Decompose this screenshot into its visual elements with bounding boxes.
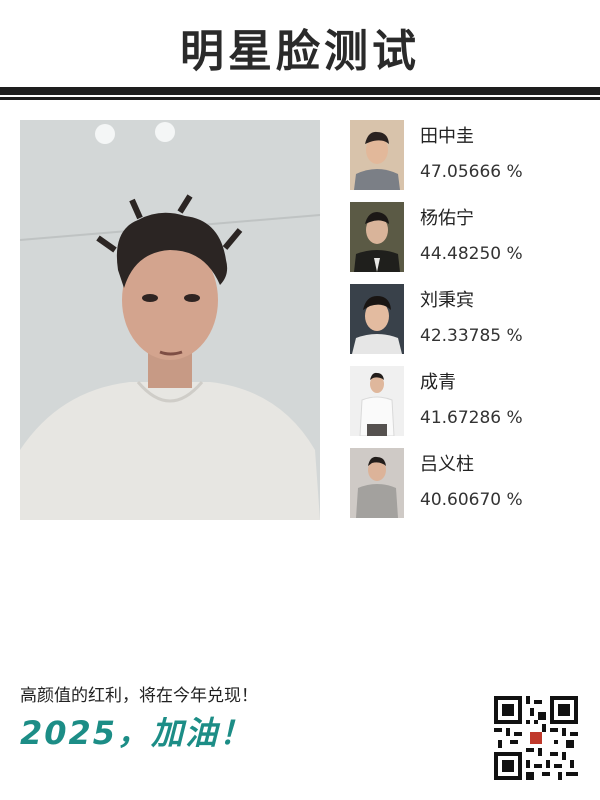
match-name: 吕义柱 (420, 454, 474, 475)
match-avatar (350, 284, 404, 354)
uploaded-photo (20, 120, 320, 520)
divider-thin (0, 97, 600, 100)
match-score: 47.05666 % (420, 162, 523, 182)
match-name: 田中圭 (420, 126, 474, 147)
slogan-text: 高颜值的红利，将在今年兑现！ (20, 686, 258, 706)
match-item[interactable]: 田中圭 47.05666 % (350, 120, 590, 192)
page-title: 明星脸测试 (180, 26, 420, 77)
match-score: 42.33785 % (420, 326, 523, 346)
match-avatar (350, 366, 404, 436)
match-name: 杨佑宁 (420, 208, 474, 229)
qr-code-icon[interactable] (494, 696, 578, 780)
divider-thick (0, 87, 600, 95)
cheer-text: 2025，加油！ (20, 714, 254, 752)
match-score: 44.48250 % (420, 244, 523, 264)
match-item[interactable]: 刘秉宾 42.33785 % (350, 284, 590, 356)
match-avatar (350, 120, 404, 190)
match-score: 40.60670 % (420, 490, 523, 510)
match-name: 刘秉宾 (420, 290, 474, 311)
match-name: 成青 (420, 372, 456, 393)
match-item[interactable]: 成青 41.67286 % (350, 366, 590, 438)
match-avatar (350, 448, 404, 518)
match-score: 41.67286 % (420, 408, 523, 428)
match-item[interactable]: 吕义柱 40.60670 % (350, 448, 590, 520)
match-avatar (350, 202, 404, 272)
match-item[interactable]: 杨佑宁 44.48250 % (350, 202, 590, 274)
